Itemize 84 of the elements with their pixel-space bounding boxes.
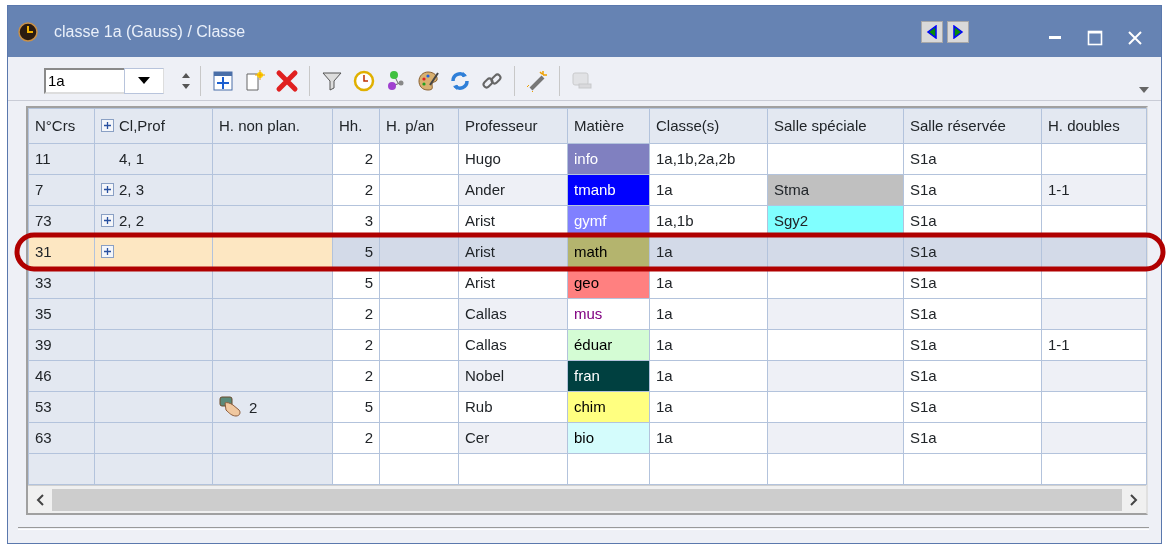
table-cell: 39 bbox=[28, 329, 95, 361]
table-cell: fran bbox=[567, 360, 650, 392]
cell-text: 2 bbox=[249, 398, 258, 416]
next-button[interactable] bbox=[947, 20, 969, 43]
table-cell: Stma bbox=[767, 174, 904, 206]
column-header[interactable]: H. p/an bbox=[379, 108, 459, 144]
table-cell: 1a bbox=[649, 422, 768, 454]
table-cell: 1a bbox=[649, 298, 768, 330]
column-header[interactable]: Matière bbox=[567, 108, 650, 144]
clock-icon bbox=[18, 21, 38, 42]
column-header[interactable]: H. doubles bbox=[1041, 108, 1147, 144]
column-header[interactable]: Salle réservée bbox=[903, 108, 1042, 144]
wand-icon[interactable] bbox=[525, 68, 549, 93]
table-cell: 1a bbox=[649, 329, 768, 361]
table-cell: S1a bbox=[903, 143, 1042, 175]
table-cell: Callas bbox=[458, 329, 568, 361]
table-cell: S1a bbox=[903, 422, 1042, 454]
expand-icon[interactable] bbox=[101, 118, 114, 132]
window-title: classe 1a (Gauss) / Classe bbox=[54, 21, 246, 42]
table-cell: mus bbox=[567, 298, 650, 330]
table-cell: 1a bbox=[649, 391, 768, 423]
clock-icon[interactable] bbox=[352, 68, 376, 93]
right-triangle-icon[interactable] bbox=[952, 24, 964, 39]
table-cell: 11 bbox=[28, 143, 95, 175]
class-field[interactable]: 1a bbox=[44, 67, 124, 94]
overflow-caret-icon[interactable] bbox=[1139, 86, 1149, 93]
table-cell: S1a bbox=[903, 391, 1042, 423]
table-cell: S1a bbox=[903, 360, 1042, 392]
cell-text: 2, 2 bbox=[119, 211, 145, 229]
table-cell: éduar bbox=[567, 329, 650, 361]
caret-icon[interactable] bbox=[138, 76, 150, 85]
column-header[interactable]: Salle spéciale bbox=[767, 108, 904, 144]
table-cell: info bbox=[567, 143, 650, 175]
previous-button[interactable] bbox=[921, 20, 943, 43]
scroll-right-icon[interactable] bbox=[1130, 493, 1138, 506]
table-cell: 1a,1b,2a,2b bbox=[649, 143, 768, 175]
palette-icon[interactable] bbox=[416, 68, 440, 93]
scroll-left-icon[interactable] bbox=[36, 493, 44, 506]
table-cell: 46 bbox=[28, 360, 95, 392]
table-cell: Rub bbox=[458, 391, 568, 423]
dropdown-button[interactable] bbox=[124, 67, 164, 94]
left-triangle-icon[interactable] bbox=[926, 24, 938, 39]
table-cell: Cer bbox=[458, 422, 568, 454]
cell-text: 2, 3 bbox=[119, 180, 145, 198]
maximize-icon[interactable] bbox=[1087, 29, 1103, 46]
table-cell: 63 bbox=[28, 422, 95, 454]
table-cell: S1a bbox=[903, 236, 1042, 268]
minimize-icon[interactable] bbox=[1049, 35, 1061, 40]
table-cell: 1-1 bbox=[1041, 174, 1147, 206]
column-header[interactable]: N°Crs bbox=[28, 108, 95, 144]
table-cell: tmanb bbox=[567, 174, 650, 206]
column-header[interactable]: Hh. bbox=[332, 108, 380, 144]
expand-icon[interactable] bbox=[101, 213, 114, 227]
table-cell: S1a bbox=[903, 298, 1042, 330]
table-cell: bio bbox=[567, 422, 650, 454]
table-cell: Ander bbox=[458, 174, 568, 206]
table-cell: 31 bbox=[28, 236, 95, 268]
table-cell: chim bbox=[567, 391, 650, 423]
expand-icon[interactable] bbox=[101, 244, 114, 258]
horizontal-scrollbar[interactable] bbox=[28, 485, 1146, 513]
table-cell: Nobel bbox=[458, 360, 568, 392]
table-cell: Arist bbox=[458, 236, 568, 268]
table-cell: 35 bbox=[28, 298, 95, 330]
table-cell: 1-1 bbox=[1041, 329, 1147, 361]
column-header[interactable]: Classe(s) bbox=[649, 108, 768, 144]
close-icon[interactable] bbox=[1127, 29, 1143, 46]
table-cell: Callas bbox=[458, 298, 568, 330]
column-header[interactable]: Cl,Prof bbox=[119, 116, 165, 134]
table-cell: 1a bbox=[649, 174, 768, 206]
table-cell: 7 bbox=[28, 174, 95, 206]
move-grid-icon[interactable] bbox=[211, 68, 235, 93]
hand-icon bbox=[219, 394, 243, 419]
table-cell: Hugo bbox=[458, 143, 568, 175]
table-cell: 53 bbox=[28, 391, 95, 423]
delete-icon[interactable] bbox=[275, 68, 299, 93]
table-cell: S1a bbox=[903, 329, 1042, 361]
column-header[interactable]: H. non plan. bbox=[212, 108, 333, 144]
column-header[interactable]: Professeur bbox=[458, 108, 568, 144]
table-cell: 1a bbox=[649, 360, 768, 392]
expand-icon[interactable] bbox=[101, 182, 114, 196]
table-cell: math bbox=[567, 236, 650, 268]
cell-text: 4, 1 bbox=[119, 149, 145, 167]
table-cell: 1a bbox=[649, 236, 768, 268]
table-cell: S1a bbox=[903, 174, 1042, 206]
